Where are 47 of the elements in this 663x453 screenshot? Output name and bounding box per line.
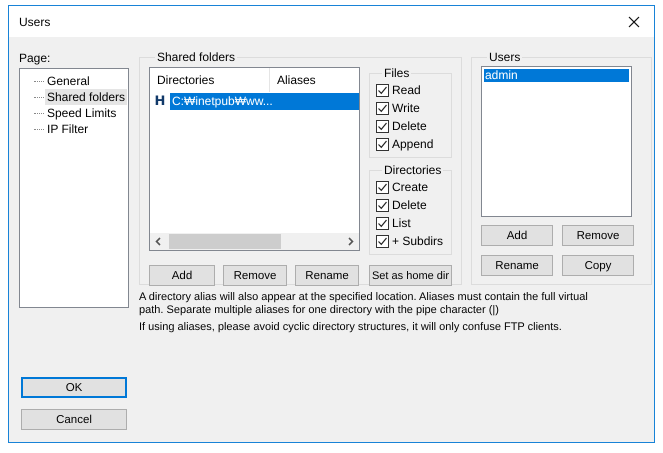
checkbox[interactable]: [376, 138, 389, 150]
tree-item[interactable]: Speed Limits: [45, 105, 118, 121]
group-title: Users: [488, 51, 522, 63]
info-text: A directory alias will also appear at the specified location. Aliases must contain the full virtual path. Separate multiple aliases for one directory with the pipe character (|): [139, 291, 589, 317]
checkbox-label: Append: [392, 137, 434, 151]
dialog-button[interactable]: Cancel: [21, 409, 127, 430]
scroll-right-icon[interactable]: [348, 237, 354, 246]
user-button[interactable]: Rename: [481, 255, 553, 276]
checkbox[interactable]: [376, 120, 389, 132]
checkbox[interactable]: [376, 198, 389, 212]
checkbox-label: + Subdirs: [392, 234, 444, 248]
user-button[interactable]: Add: [481, 225, 553, 246]
checkbox-label: Read: [392, 83, 421, 97]
checkbox-label: Create: [392, 180, 428, 194]
tree-item[interactable]: General: [45, 73, 92, 89]
checkbox[interactable]: [376, 216, 389, 230]
column-header[interactable]: Aliases: [270, 68, 316, 92]
directory-row[interactable]: C:₩inetpub₩ww...: [170, 93, 359, 110]
page-label: Page:: [19, 51, 52, 65]
scroll-left-icon[interactable]: [155, 237, 161, 246]
home-marker: H: [154, 94, 166, 109]
window-title: Users: [19, 14, 50, 28]
checkbox-label: Delete: [392, 119, 427, 133]
tree-item[interactable]: IP Filter: [45, 121, 90, 137]
group-title: Shared folders: [156, 51, 236, 63]
group-title: Files: [383, 67, 410, 79]
close-icon[interactable]: [628, 16, 640, 28]
checkbox[interactable]: [376, 180, 389, 194]
checkbox[interactable]: [376, 234, 389, 248]
checkbox[interactable]: [376, 84, 389, 96]
user-button[interactable]: Copy: [562, 255, 634, 276]
horizontal-scrollbar[interactable]: [150, 233, 359, 250]
folder-button[interactable]: Remove: [223, 265, 287, 286]
folder-button[interactable]: Set as home dir: [369, 265, 452, 286]
user-button[interactable]: Remove: [562, 225, 634, 246]
group-title: Directories: [383, 164, 442, 176]
checkbox-label: Delete: [392, 198, 427, 212]
checkbox-label: Write: [392, 101, 420, 115]
folder-button[interactable]: Rename: [295, 265, 359, 286]
column-header[interactable]: Directories: [150, 68, 270, 92]
checkbox-label: List: [392, 216, 411, 230]
checkbox[interactable]: [376, 102, 389, 114]
tree-item[interactable]: Shared folders: [45, 89, 128, 105]
user-item[interactable]: admin: [484, 69, 629, 82]
info-text: If using aliases, please avoid cyclic directory structures, it will only confuse FTP clients.: [139, 321, 563, 334]
dialog-button[interactable]: OK: [21, 377, 127, 398]
folder-button[interactable]: Add: [149, 265, 215, 286]
